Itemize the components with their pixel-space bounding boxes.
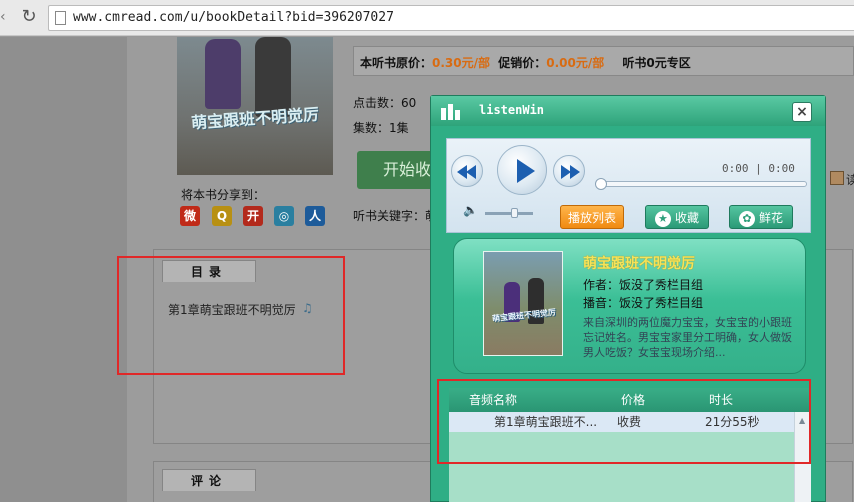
cover-title-art: 萌宝跟班不明觉厉 — [190, 104, 320, 133]
book-narrator: 播音：饭没了秀栏目组 — [583, 296, 704, 310]
highlight-box-toc — [117, 256, 345, 375]
book-cover-image: 萌宝跟班不明觉厉 — [177, 37, 333, 175]
price-bar: 本听书原价：0.30元/部 促销价：0.00元/部 听书0元专区 — [353, 46, 854, 76]
original-price: 0.30元/部 — [432, 56, 491, 70]
player-logo-icon — [441, 102, 465, 120]
book-info-card: 萌宝跟班不明觉厉 萌宝跟班不明觉厉 作者：饭没了秀栏目组 播音：饭没了秀栏目组 … — [453, 238, 806, 374]
book-description: 来自深圳的两位魔力宝宝，女宝宝的小跟班忘记姓名。男宝宝家里分工明确，女人做饭男人… — [583, 316, 792, 359]
dialog-title: listenWin — [479, 103, 545, 117]
url-text[interactable]: www.cmread.com/u/bookDetail?bid=39620702… — [73, 10, 394, 25]
browser-toolbar: ‹ ↻ www.cmread.com/u/bookDetail?bid=3962… — [0, 0, 854, 36]
time-display: 0:00 | 0:00 — [722, 162, 795, 175]
play-button[interactable] — [497, 145, 547, 195]
tencent-weibo-icon[interactable]: ◎ — [274, 206, 294, 226]
flower-icon: ✿ — [738, 210, 755, 227]
price-text: 本听书原价：0.30元/部 促销价：0.00元/部 听书0元专区 — [360, 56, 691, 70]
kaixin-icon[interactable]: 开 — [243, 206, 263, 226]
start-listening-button[interactable]: 开始收听 — [357, 151, 441, 189]
star-icon: ★ — [654, 210, 671, 227]
volume-slider[interactable] — [485, 212, 533, 215]
back-arrow-icon[interactable]: ‹ — [0, 8, 10, 26]
keywords-label: 听书关键字：萌 — [353, 209, 438, 223]
progress-knob[interactable] — [595, 178, 607, 190]
rewind-icon-second — [466, 165, 476, 179]
promo-price: 0.00元/部 — [546, 56, 605, 70]
volume-knob[interactable] — [511, 208, 519, 218]
favorite-button[interactable]: ★ 收藏 — [645, 205, 709, 229]
zero-zone-link: 听书0元专区 — [622, 56, 691, 70]
flower-button[interactable]: ✿ 鲜花 — [729, 205, 793, 229]
renren-icon[interactable]: 人 — [305, 206, 325, 226]
qzone-icon[interactable]: Q — [212, 206, 232, 226]
tab-comments[interactable]: 评论 — [162, 469, 256, 491]
progress-bar[interactable] — [597, 181, 807, 187]
player-controls: 0:00 | 0:00 🔈 播放列表 ★ 收藏 ✿ 鲜花 — [446, 138, 811, 233]
thumb-title-art: 萌宝跟班不明觉厉 — [491, 307, 557, 324]
page-icon — [55, 11, 66, 25]
address-bar[interactable]: www.cmread.com/u/bookDetail?bid=39620702… — [48, 5, 854, 31]
forward-button[interactable] — [553, 155, 585, 187]
volume-icon[interactable]: 🔈 — [463, 203, 478, 217]
book-thumbnail: 萌宝跟班不明觉厉 — [483, 251, 563, 356]
play-icon — [517, 159, 535, 183]
click-count: 点击数：60 — [353, 96, 417, 110]
highlight-box-list — [437, 379, 811, 464]
episode-count: 集数：1集 — [353, 121, 409, 135]
rewind-button[interactable] — [451, 155, 483, 187]
reload-icon[interactable]: ↻ — [18, 6, 40, 28]
weibo-icon[interactable]: 微 — [180, 206, 200, 226]
book-author: 作者：饭没了秀栏目组 — [583, 278, 704, 292]
dialog-header[interactable]: listenWin × — [431, 96, 825, 126]
playlist-button[interactable]: 播放列表 — [560, 205, 624, 229]
cover-figure-girl — [205, 39, 241, 109]
book-title: 萌宝跟班不明觉厉 — [583, 256, 695, 272]
forward-icon-second — [570, 165, 580, 179]
share-label: 将本书分享到： — [181, 188, 266, 202]
favorite-label: 收藏 — [674, 211, 699, 225]
flower-label: 鲜花 — [758, 211, 783, 225]
close-icon[interactable]: × — [792, 102, 812, 122]
playlist-label: 播放列表 — [567, 211, 616, 225]
side-read-link[interactable]: 读 — [846, 171, 854, 188]
book-icon[interactable] — [830, 171, 844, 185]
